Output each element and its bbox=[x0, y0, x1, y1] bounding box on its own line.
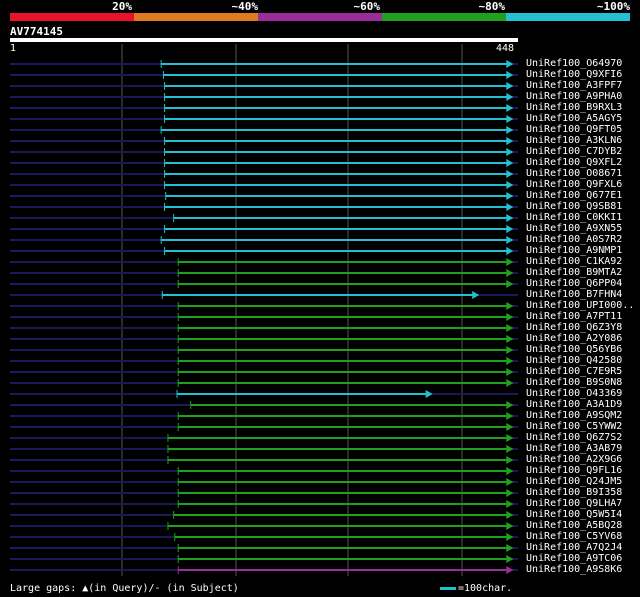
hit-label[interactable]: UniRef100_A7PT11 bbox=[526, 311, 622, 322]
hit-label[interactable]: UniRef100_Q6PP04 bbox=[526, 278, 622, 289]
hit-arrow bbox=[506, 368, 514, 376]
hit-label[interactable]: UniRef100_C5YWW2 bbox=[526, 421, 622, 432]
hit-arrow bbox=[506, 71, 514, 79]
hit-arrow bbox=[506, 60, 514, 68]
hit-label[interactable]: UniRef100_Q9FXL6 bbox=[526, 179, 622, 190]
hit-arrow bbox=[506, 467, 514, 475]
hit-label[interactable]: UniRef100_Q9LHA7 bbox=[526, 498, 622, 509]
hit-label[interactable]: UniRef100_B7FHN4 bbox=[526, 289, 622, 300]
hit-arrow bbox=[506, 511, 514, 519]
hit-arrow bbox=[506, 192, 514, 200]
hit-label[interactable]: UniRef100_A0S7R2 bbox=[526, 234, 622, 245]
hit-label[interactable]: UniRef100_A9SQM2 bbox=[526, 410, 622, 421]
gap-legend: Large gaps: ▲(in Query)/- (in Subject) bbox=[10, 583, 239, 594]
hit-label[interactable]: UniRef100_A9XN55 bbox=[526, 223, 622, 234]
hit-arrow bbox=[506, 82, 514, 90]
hit-label[interactable]: UniRef100_A9NMP1 bbox=[526, 245, 622, 256]
hit-label[interactable]: UniRef100_B9MTA2 bbox=[526, 267, 622, 278]
hit-arrow bbox=[506, 225, 514, 233]
hit-arrow bbox=[506, 346, 514, 354]
hit-arrow bbox=[506, 159, 514, 167]
hit-arrow bbox=[506, 544, 514, 552]
hit-arrow bbox=[506, 335, 514, 343]
hit-arrow bbox=[506, 93, 514, 101]
hit-label[interactable]: UniRef100_A3FPF7 bbox=[526, 80, 622, 91]
scale-swatch bbox=[440, 586, 456, 590]
hit-arrow bbox=[506, 445, 514, 453]
hit-arrow bbox=[506, 181, 514, 189]
hit-arrow bbox=[506, 258, 514, 266]
hit-arrow bbox=[506, 489, 514, 497]
hit-label[interactable]: UniRef100_A2X9G6 bbox=[526, 454, 622, 465]
hit-arrow bbox=[506, 434, 514, 442]
hit-label[interactable]: UniRef100_O64970 bbox=[526, 58, 622, 69]
hit-label[interactable]: UniRef100_A9TC06 bbox=[526, 553, 622, 564]
hit-label[interactable]: UniRef100_Q6Z7S2 bbox=[526, 432, 622, 443]
hit-label[interactable]: UniRef100_A7Q2J4 bbox=[526, 542, 622, 553]
hit-label[interactable]: UniRef100_A5AGY5 bbox=[526, 113, 622, 124]
hit-label[interactable]: UniRef100_C7E9R5 bbox=[526, 366, 622, 377]
scale-legend: =100char. bbox=[440, 583, 512, 595]
hit-label[interactable]: UniRef100_A2Y086 bbox=[526, 333, 622, 344]
hit-label[interactable]: UniRef100_Q6Z3Y8 bbox=[526, 322, 622, 333]
hit-arrow bbox=[506, 478, 514, 486]
hit-arrow bbox=[506, 302, 514, 310]
hit-arrow bbox=[506, 555, 514, 563]
hit-label[interactable]: UniRef100_A5BQ28 bbox=[526, 520, 622, 531]
scale-legend-text: =100char. bbox=[458, 583, 513, 594]
hit-arrow bbox=[506, 566, 514, 574]
hit-arrow bbox=[506, 324, 514, 332]
hit-label[interactable]: UniRef100_Q677E1 bbox=[526, 190, 622, 201]
hit-label[interactable]: UniRef100_Q9SB81 bbox=[526, 201, 622, 212]
hit-arrow bbox=[506, 126, 514, 134]
hit-label[interactable]: UniRef100_Q9XFL2 bbox=[526, 157, 622, 168]
hit-label[interactable]: UniRef100_A3A1D9 bbox=[526, 399, 622, 410]
hit-arrow bbox=[506, 412, 514, 420]
hit-label[interactable]: UniRef100_B9S0N8 bbox=[526, 377, 622, 388]
hit-arrow bbox=[506, 500, 514, 508]
hit-arrow bbox=[506, 423, 514, 431]
hit-label[interactable]: UniRef100_B9I358 bbox=[526, 487, 622, 498]
hit-arrow bbox=[506, 280, 514, 288]
hit-label[interactable]: UniRef100_A9PHA0 bbox=[526, 91, 622, 102]
hit-label[interactable]: UniRef100_C5YV68 bbox=[526, 531, 622, 542]
hit-label[interactable]: UniRef100_Q24JM5 bbox=[526, 476, 622, 487]
hit-label[interactable]: UniRef100_A9S8K6 bbox=[526, 564, 622, 575]
hit-label[interactable]: UniRef100_A3KLN6 bbox=[526, 135, 622, 146]
hit-arrow bbox=[506, 456, 514, 464]
hit-arrow bbox=[506, 115, 514, 123]
hit-label[interactable]: UniRef100_Q42580 bbox=[526, 355, 622, 366]
hit-arrow bbox=[506, 203, 514, 211]
hit-arrow bbox=[506, 170, 514, 178]
hit-arrow bbox=[506, 148, 514, 156]
hit-arrow bbox=[506, 236, 514, 244]
hit-arrow bbox=[506, 533, 514, 541]
hit-arrow bbox=[506, 379, 514, 387]
hit-label[interactable]: UniRef100_Q5W5I4 bbox=[526, 509, 622, 520]
hit-label[interactable]: UniRef100_O08671 bbox=[526, 168, 622, 179]
hit-arrow bbox=[506, 137, 514, 145]
hit-label[interactable]: UniRef100_UPI000.. bbox=[526, 300, 634, 311]
hit-label[interactable]: UniRef100_Q9XFI6 bbox=[526, 69, 622, 80]
hit-label[interactable]: UniRef100_C0KKI1 bbox=[526, 212, 622, 223]
hit-arrow bbox=[506, 214, 514, 222]
hit-label[interactable]: UniRef100_C7DYB2 bbox=[526, 146, 622, 157]
hit-arrow bbox=[506, 313, 514, 321]
hit-arrow bbox=[506, 401, 514, 409]
hit-arrow bbox=[506, 522, 514, 530]
hit-label[interactable]: UniRef100_B9RXL3 bbox=[526, 102, 622, 113]
hit-label[interactable]: UniRef100_Q9FL16 bbox=[526, 465, 622, 476]
hit-label[interactable]: UniRef100_C1KA92 bbox=[526, 256, 622, 267]
hit-arrow bbox=[506, 247, 514, 255]
hit-arrow bbox=[425, 390, 433, 398]
hit-label[interactable]: UniRef100_A3AB79 bbox=[526, 443, 622, 454]
hit-arrow bbox=[506, 104, 514, 112]
hit-label[interactable]: UniRef100_Q9FT05 bbox=[526, 124, 622, 135]
hit-arrow bbox=[472, 291, 480, 299]
hit-label[interactable]: UniRef100_Q56YB6 bbox=[526, 344, 622, 355]
hit-arrow bbox=[506, 269, 514, 277]
hit-arrow bbox=[506, 357, 514, 365]
hit-label[interactable]: UniRef100_O43369 bbox=[526, 388, 622, 399]
